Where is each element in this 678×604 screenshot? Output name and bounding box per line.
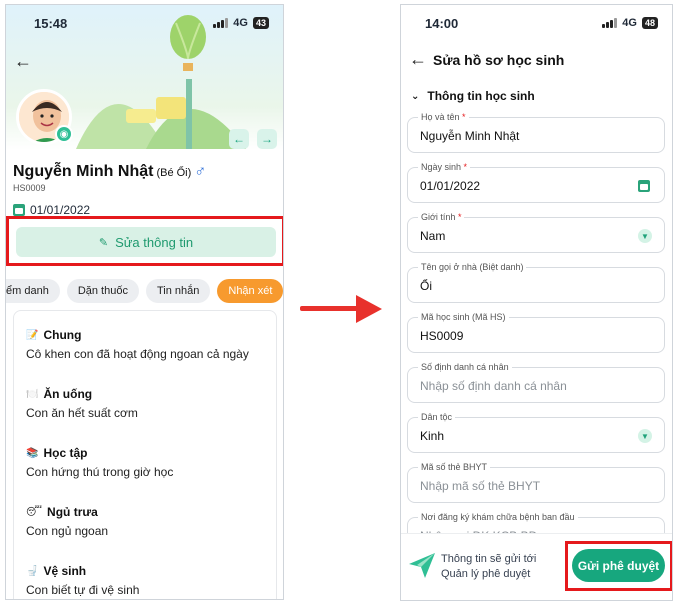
field-placeholder: Nhập mã số thẻ BHYT	[420, 479, 541, 493]
comment-hygiene: 🚽 Vệ sinh Con biết tự đi vệ sinh	[26, 564, 139, 597]
battery-icon: 43	[252, 17, 269, 29]
flow-arrow	[300, 306, 360, 311]
comment-text: Con ăn hết suất cơm	[26, 406, 138, 420]
field-label: Nơi đăng ký khám chữa bệnh ban đầu	[418, 512, 578, 522]
prev-arrow-button[interactable]: ←	[229, 129, 249, 149]
field-value: 01/01/2022	[420, 179, 481, 193]
student-profile-screen: 15:48 4G 43 ← ◉ ← → Nguyễn Minh Nhật (Bé …	[5, 4, 284, 600]
birth-date-text: 01/01/2022	[30, 203, 91, 217]
comment-text: Con hứng thú trong giờ học	[26, 465, 174, 479]
comment-general: 📝 Chung Cô khen con đã hoạt động ngoan cả…	[26, 328, 249, 361]
comment-text: Con biết tự đi vệ sinh	[26, 583, 140, 597]
birth-date: 01/01/2022	[13, 203, 90, 217]
tab-attendance[interactable]: ểm danh	[6, 279, 60, 303]
field-label: Dân tộc	[418, 412, 456, 422]
field-label: Mã học sinh (Mã HS)	[418, 312, 509, 322]
back-arrow-icon[interactable]: ←	[409, 49, 427, 70]
comment-text: Con ngủ ngoan	[26, 524, 109, 538]
field-value: HS0009	[420, 329, 464, 343]
comment-title: Học tập	[43, 446, 88, 460]
playground-illustration	[76, 79, 246, 149]
edit-info-button[interactable]: ✎ Sửa thông tin	[16, 227, 276, 257]
plate-icon: 🍽️	[26, 388, 39, 400]
field-label: Họ và tên *	[418, 112, 469, 122]
field-label: Mã số thẻ BHYT	[418, 462, 491, 472]
student-nickname: (Bé Ổi)	[156, 167, 192, 179]
network-type: 4G	[233, 17, 248, 29]
comment-text: Cô khen con đã hoạt động ngoan cả ngày	[26, 347, 249, 361]
section-title: Thông tin học sinh	[427, 89, 535, 103]
field-value: Nguyễn Minh Nhật	[420, 129, 520, 143]
section-header[interactable]: ⌄ Thông tin học sinh	[411, 89, 535, 103]
student-name: Nguyễn Minh Nhật (Bé Ổi) ♂	[13, 163, 206, 181]
field-value: Kinh	[420, 429, 445, 443]
chevron-down-icon: ⌄	[411, 90, 420, 102]
signal-icon	[213, 18, 229, 28]
field-label: Số định danh cá nhân	[418, 362, 512, 372]
status-indicators: 4G 48	[602, 17, 658, 29]
field-placeholder: Nhập số định danh cá nhân	[420, 379, 567, 393]
comment-title: Ngủ trưa	[47, 505, 98, 519]
field-value: Ổi	[420, 279, 432, 293]
comment-nap: 😴 Ngủ trưa Con ngủ ngoan	[26, 505, 108, 538]
back-arrow-icon[interactable]: ←	[14, 51, 32, 72]
edit-info-label: Sửa thông tin	[115, 234, 194, 250]
chevron-down-icon[interactable]: ▼	[638, 429, 652, 443]
male-icon: ♂	[194, 163, 207, 180]
chevron-down-icon[interactable]: ▼	[638, 229, 652, 243]
toilet-icon: 🚽	[26, 565, 39, 577]
calendar-icon	[13, 204, 25, 216]
sleep-icon: 😴	[26, 506, 43, 518]
footer-bar: Thông tin sẽ gửi tới Quản lý phê duyệt G…	[401, 533, 672, 600]
page-title: Sửa hồ sơ học sinh	[433, 52, 565, 68]
footer-note-line1: Thông tin sẽ gửi tới	[441, 553, 537, 565]
submit-highlight-box: Gửi phê duyệt	[565, 541, 672, 591]
edit-highlight-box: ✎ Sửa thông tin	[6, 216, 283, 266]
personal-id-field[interactable]: Số định danh cá nhân Nhập số định danh c…	[407, 362, 665, 403]
books-icon: 📚	[26, 447, 39, 459]
flow-arrow-head	[356, 295, 382, 323]
tab-medicine[interactable]: Dặn thuốc	[66, 279, 139, 303]
status-time: 14:00	[425, 15, 459, 31]
memo-icon: 📝	[26, 329, 39, 341]
submit-approval-button[interactable]: Gửi phê duyệt	[572, 549, 665, 582]
comment-title: Vệ sinh	[43, 564, 87, 578]
comments-card: 📝 Chung Cô khen con đã hoạt động ngoan cả…	[13, 310, 277, 599]
next-arrow-button[interactable]: →	[257, 129, 277, 149]
tab-comments[interactable]: Nhận xét	[217, 279, 283, 303]
status-time: 15:48	[34, 15, 68, 31]
nickname-field[interactable]: Tên gọi ở nhà (Biệt danh) Ổi	[407, 262, 665, 303]
battery-icon: 48	[641, 17, 658, 29]
network-type: 4G	[622, 17, 637, 29]
tab-messages[interactable]: Tin nhắn	[145, 279, 211, 303]
student-name-text: Nguyễn Minh Nhật	[13, 163, 154, 180]
field-label: Giới tính *	[418, 212, 465, 222]
pencil-icon: ✎	[98, 236, 109, 249]
comment-study: 📚 Học tập Con hứng thú trong giờ học	[26, 446, 173, 479]
signal-icon	[602, 18, 618, 28]
profile-tabs: ểm danh Dặn thuốc Tin nhắn Nhận xét	[6, 279, 283, 305]
comment-title: Chung	[43, 328, 82, 342]
student-code: HS0009	[13, 183, 46, 193]
paper-plane-icon	[409, 553, 435, 578]
student-code-field[interactable]: Mã học sinh (Mã HS) HS0009	[407, 312, 665, 353]
gender-select[interactable]: Giới tính * Nam ▼	[407, 212, 665, 253]
health-insurance-field[interactable]: Mã số thẻ BHYT Nhập mã số thẻ BHYT	[407, 462, 665, 503]
footer-note-line2: Quản lý phê duyệt	[441, 568, 531, 580]
edit-profile-screen: 14:00 4G 48 ← Sửa hồ sơ học sinh ⌄ Thông…	[400, 4, 673, 601]
footer-note: Thông tin sẽ gửi tới Quản lý phê duyệt	[441, 552, 536, 582]
comment-eating: 🍽️ Ăn uống Con ăn hết suất cơm	[26, 387, 138, 420]
field-value: Nam	[420, 229, 446, 243]
ethnicity-select[interactable]: Dân tộc Kinh ▼	[407, 412, 665, 453]
field-label: Tên gọi ở nhà (Biệt danh)	[418, 262, 527, 272]
status-indicators: 4G 43	[213, 17, 269, 29]
full-name-field[interactable]: Họ và tên * Nguyễn Minh Nhật	[407, 112, 665, 153]
birth-date-field[interactable]: Ngày sinh * 01/01/2022	[407, 162, 665, 203]
camera-icon[interactable]: ◉	[55, 125, 73, 143]
field-label: Ngày sinh *	[418, 162, 471, 172]
comment-title: Ăn uống	[43, 387, 93, 401]
calendar-icon[interactable]	[638, 180, 650, 192]
